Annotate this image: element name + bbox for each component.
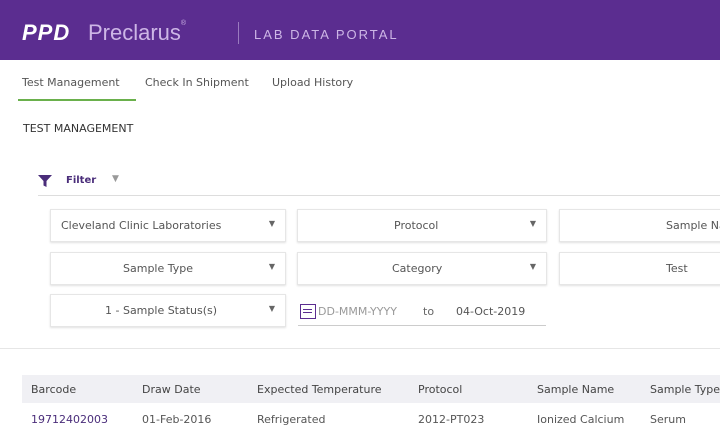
page-title: TEST MANAGEMENT <box>23 122 134 135</box>
column-header-sample-type[interactable]: Sample Type <box>650 383 720 396</box>
funnel-icon <box>38 175 52 187</box>
cell-protocol: 2012-PT023 <box>418 413 485 426</box>
date-from-input[interactable]: DD-MMM-YYYY <box>318 305 397 318</box>
tab-check-in-shipment[interactable]: Check In Shipment <box>145 76 249 89</box>
sample-status-select-value: 1 - Sample Status(s) <box>105 304 218 317</box>
caret-down-icon: ▼ <box>268 304 275 313</box>
brand-mark: ® <box>180 20 187 27</box>
brand-logo: PPD <box>22 20 71 45</box>
tab-bar: Test Management Check In Shipment Upload… <box>0 60 720 100</box>
date-range-underline <box>298 325 546 326</box>
column-header-expected-temperature[interactable]: Expected Temperature <box>257 383 382 396</box>
category-select-value: Category <box>392 262 443 275</box>
calendar-icon[interactable] <box>300 304 316 319</box>
lab-select[interactable]: Cleveland Clinic Laboratories ▼ <box>50 209 286 242</box>
column-header-barcode[interactable]: Barcode <box>31 383 76 396</box>
protocol-select-value: Protocol <box>394 219 439 232</box>
column-header-protocol[interactable]: Protocol <box>418 383 462 396</box>
test-select[interactable]: Test <box>559 252 720 285</box>
sample-status-select[interactable]: 1 - Sample Status(s) ▼ <box>50 294 286 327</box>
sample-name-select[interactable]: Sample Name <box>559 209 720 242</box>
filter-divider <box>38 195 720 196</box>
chevron-down-icon: ▼ <box>112 174 119 184</box>
active-tab-indicator <box>18 99 136 101</box>
cell-sample-name: Ionized Calcium <box>537 413 625 426</box>
caret-down-icon: ▼ <box>268 219 275 228</box>
filter-label: Filter <box>66 175 97 186</box>
brand-name-text: Preclarus <box>88 20 181 45</box>
brand-name: Preclarus® <box>88 20 186 46</box>
sample-type-select-value: Sample Type <box>123 262 194 275</box>
tab-test-management[interactable]: Test Management <box>22 76 120 89</box>
app-header: PPD Preclarus® LAB DATA PORTAL <box>0 0 720 60</box>
cell-draw-date: 01-Feb-2016 <box>142 413 212 426</box>
caret-down-icon: ▼ <box>268 262 275 271</box>
column-header-sample-name[interactable]: Sample Name <box>537 383 614 396</box>
cell-barcode[interactable]: 19712402003 <box>31 413 108 426</box>
column-header-draw-date[interactable]: Draw Date <box>142 383 201 396</box>
section-divider <box>0 348 720 349</box>
date-to-input[interactable]: 04-Oct-2019 <box>456 305 525 318</box>
tab-upload-history[interactable]: Upload History <box>272 76 353 89</box>
lab-select-value: Cleveland Clinic Laboratories <box>61 219 222 232</box>
cell-sample-type: Serum <box>650 413 686 426</box>
brand-divider <box>238 22 239 44</box>
sample-name-select-value: Sample Name <box>666 219 720 232</box>
portal-title: LAB DATA PORTAL <box>254 27 399 42</box>
category-select[interactable]: Category ▼ <box>297 252 547 285</box>
caret-down-icon: ▼ <box>529 219 536 228</box>
caret-down-icon: ▼ <box>529 262 536 271</box>
cell-expected-temperature: Refrigerated <box>257 413 326 426</box>
sample-type-select[interactable]: Sample Type ▼ <box>50 252 286 285</box>
protocol-select[interactable]: Protocol ▼ <box>297 209 547 242</box>
date-range-to-label: to <box>423 305 435 318</box>
test-select-value: Test <box>666 262 688 275</box>
